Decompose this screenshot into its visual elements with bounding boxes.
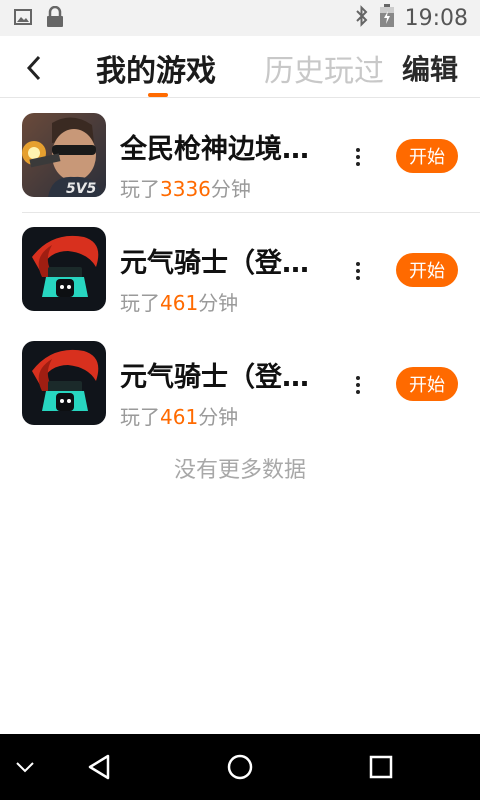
- status-bar: 19:08: [0, 0, 480, 36]
- more-options-button[interactable]: [348, 143, 368, 171]
- nav-back-button[interactable]: [74, 734, 124, 800]
- play-time-minutes: 461: [160, 405, 199, 429]
- chevron-left-icon: [26, 55, 41, 81]
- play-time-suffix: 分钟: [198, 291, 239, 315]
- play-time-prefix: 玩了: [120, 291, 160, 315]
- play-time: 玩了461分钟: [120, 287, 238, 316]
- svg-text:5V5: 5V5: [66, 181, 97, 197]
- game-title: 元气骑士（登录版）: [120, 362, 332, 393]
- recents-square-icon: [369, 755, 393, 779]
- no-more-data-text: 没有更多数据: [173, 458, 306, 483]
- list-item[interactable]: 元气骑士（登录版） 玩了461分钟 开始: [0, 213, 480, 327]
- play-time-minutes: 3336: [160, 177, 211, 201]
- edit-button[interactable]: 编辑: [402, 48, 458, 88]
- soul-knight-icon[interactable]: [22, 227, 106, 311]
- header: 我的游戏 历史玩过 编辑: [0, 36, 480, 98]
- more-vertical-icon: [356, 148, 360, 152]
- nav-home-button[interactable]: [215, 734, 265, 800]
- play-time-minutes: 461: [160, 291, 199, 315]
- game-title: 元气骑士（登录版）: [120, 248, 332, 279]
- start-button[interactable]: 开始: [396, 253, 458, 287]
- more-options-button[interactable]: [348, 371, 368, 399]
- back-triangle-icon: [88, 754, 110, 780]
- list-item[interactable]: 元气骑士（登录版） 玩了461分钟 开始: [0, 327, 480, 441]
- more-vertical-icon: [356, 376, 360, 380]
- shooter-game-icon[interactable]: 5V5: [22, 113, 106, 197]
- battery-charging-icon: [379, 4, 395, 32]
- game-list: 5V5 全民枪神边境王者 玩了3336分钟 开始 元气骑士（登录版） 玩了461…: [0, 99, 480, 441]
- tab-history-played[interactable]: 历史玩过: [264, 46, 384, 90]
- play-time: 玩了461分钟: [120, 401, 238, 430]
- play-time-prefix: 玩了: [120, 177, 160, 201]
- list-item[interactable]: 5V5 全民枪神边境王者 玩了3336分钟 开始: [0, 99, 480, 213]
- start-button[interactable]: 开始: [396, 367, 458, 401]
- image-icon: [14, 9, 32, 29]
- play-time-suffix: 分钟: [198, 405, 239, 429]
- more-vertical-icon: [356, 262, 360, 266]
- game-title: 全民枪神边境王者: [120, 134, 332, 165]
- play-time: 玩了3336分钟: [120, 173, 251, 202]
- soul-knight-icon[interactable]: [22, 341, 106, 425]
- more-options-button[interactable]: [348, 257, 368, 285]
- back-button[interactable]: [16, 50, 52, 86]
- home-circle-icon: [227, 754, 253, 780]
- nav-recents-button[interactable]: [356, 734, 406, 800]
- active-tab-indicator: [148, 93, 168, 97]
- start-button[interactable]: 开始: [396, 139, 458, 173]
- play-time-prefix: 玩了: [120, 405, 160, 429]
- clock: 19:08: [404, 5, 468, 31]
- navigation-bar: [0, 734, 480, 800]
- chevron-down-icon: [16, 762, 34, 773]
- bluetooth-icon: [355, 5, 369, 31]
- collapse-button[interactable]: [10, 734, 40, 800]
- lock-icon: [46, 5, 64, 32]
- tab-my-games[interactable]: 我的游戏: [96, 46, 216, 90]
- play-time-suffix: 分钟: [210, 177, 251, 201]
